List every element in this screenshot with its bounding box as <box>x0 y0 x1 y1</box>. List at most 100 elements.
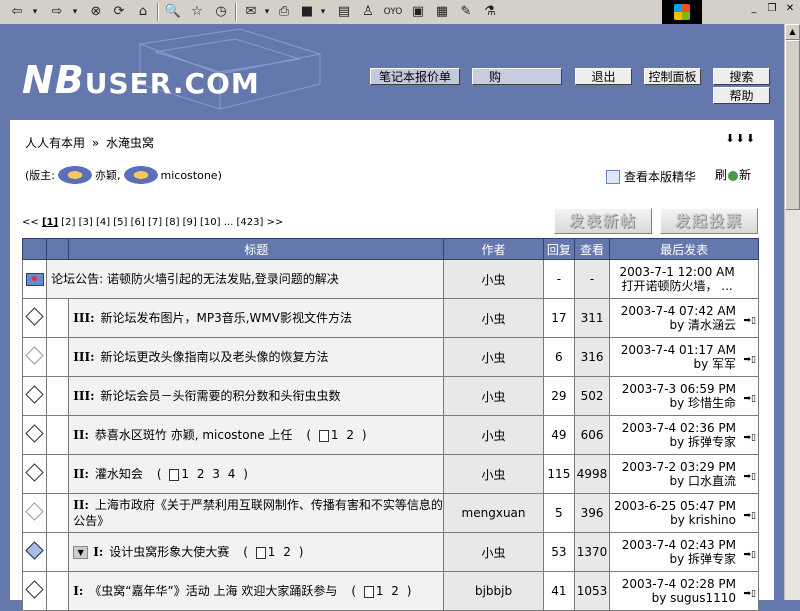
scroll-up-arrow-icon[interactable]: ▲ <box>785 24 800 40</box>
last-post-by[interactable]: by 口水直流 <box>610 474 756 488</box>
post-new-thread-button[interactable]: 发表新帖 <box>554 208 652 234</box>
thread-title-link[interactable]: 设计虫窝形象大使大赛 <box>109 545 229 559</box>
last-post-by[interactable]: 打开诺顿防火墙， ... <box>610 279 756 293</box>
tools-icon[interactable]: ✎ <box>456 3 476 21</box>
thread-author[interactable]: 小虫 <box>443 454 544 494</box>
edit-icon[interactable]: ■ <box>298 3 316 21</box>
back-arrow-icon[interactable]: ⇦ <box>6 3 28 21</box>
close-icon[interactable]: ✕ <box>782 2 798 16</box>
header-title: 标题 <box>68 238 445 260</box>
goto-last-post-icon[interactable]: ➡▯ <box>744 509 757 523</box>
thread-author[interactable]: 小虫 <box>443 337 544 377</box>
thread-title-link[interactable]: 灌水知会 <box>95 467 143 481</box>
page-links[interactable]: [2] [3] [4] [5] [6] [7] [8] [9] [10] <box>61 217 220 228</box>
expand-arrows-icon[interactable]: ⬇⬇⬇ <box>725 132 756 145</box>
thread-title-link[interactable]: 上海市政府《关于严禁利用互联网制作、传播有害和不实等信息的公告》 <box>73 498 443 528</box>
goto-last-post-icon[interactable]: ➡▯ <box>744 431 757 445</box>
vertical-scrollbar[interactable]: ▲ <box>784 24 800 600</box>
thread-page-links[interactable]: 1 2 <box>331 428 356 442</box>
breadcrumb-forum[interactable]: 水淹虫窝 <box>106 136 154 150</box>
last-post-by[interactable]: by 拆弹专家 <box>610 435 756 449</box>
plugin-icon[interactable]: ⚗ <box>480 3 500 21</box>
thread-pages[interactable]: ( 1 2 ) <box>306 428 368 442</box>
goto-last-post-icon[interactable]: ➡▯ <box>744 470 757 484</box>
header-author: 作者 <box>443 238 544 260</box>
refresh-link[interactable]: 刷新 <box>715 166 751 183</box>
thread-title-link[interactable]: 恭喜水区斑竹 亦颖, micostone 上任 <box>95 428 293 442</box>
chevron-down-icon[interactable]: ▾ <box>70 3 80 21</box>
home-icon[interactable]: ⌂ <box>133 3 153 21</box>
oicq-icon[interactable]: OYO <box>382 3 404 21</box>
print-icon[interactable]: ⎙ <box>274 3 294 21</box>
control-panel-button[interactable]: 控制面板 <box>644 68 701 85</box>
chevron-down-icon[interactable]: ▾ <box>30 3 40 21</box>
thread-author[interactable]: 小虫 <box>443 376 544 416</box>
history-icon[interactable]: ◷ <box>211 3 231 21</box>
messenger-icon[interactable]: ♙ <box>358 3 378 21</box>
refresh-icon[interactable]: ⟳ <box>109 3 129 21</box>
thread-title-link[interactable]: 新论坛更改头像指南以及老头像的恢复方法 <box>101 350 329 364</box>
research-icon[interactable]: ▣ <box>408 3 428 21</box>
search-icon[interactable]: 🔍 <box>163 3 183 21</box>
last-post-by[interactable]: by sugus1110 <box>610 591 756 605</box>
goto-last-post-icon[interactable]: ➡▯ <box>744 587 757 601</box>
thread-author[interactable]: bjbbjb <box>443 571 544 611</box>
translate-icon[interactable]: ▦ <box>432 3 452 21</box>
page-next[interactable]: >> <box>267 217 284 228</box>
last-post-by[interactable]: by 拆弹专家 <box>610 552 756 566</box>
thread-mood-cell <box>46 493 70 533</box>
thread-author[interactable]: 小虫 <box>443 259 544 299</box>
page-prev[interactable]: << <box>22 217 39 228</box>
thread-author[interactable]: 小虫 <box>443 415 544 455</box>
goto-last-post-icon[interactable]: ➡▯ <box>744 392 757 406</box>
mail-icon[interactable]: ✉ <box>241 3 261 21</box>
view-essence-link[interactable]: 查看本版精华 <box>606 168 696 185</box>
page-last[interactable]: [423] <box>236 217 263 228</box>
search-button[interactable]: 搜索 <box>713 68 770 85</box>
thread-pages[interactable]: ( 1 2 ) <box>351 584 413 598</box>
goto-last-post-icon[interactable]: ➡▯ <box>744 548 757 562</box>
goto-last-post-icon[interactable]: ➡▯ <box>744 353 757 367</box>
goto-last-post-icon[interactable]: ➡▯ <box>744 314 757 328</box>
moderator-name[interactable]: 亦颖, <box>95 167 121 183</box>
minimize-icon[interactable]: _ <box>746 2 762 16</box>
search-input[interactable]: 购 <box>472 68 562 85</box>
stop-icon[interactable]: ⊗ <box>86 3 106 21</box>
thread-title-cell: II: 上海市政府《关于严禁利用互联网制作、传播有害和不实等信息的公告》 <box>68 493 445 533</box>
thread-title-link[interactable]: 新论坛发布图片，MP3音乐,WMV影视文件方法 <box>101 311 352 325</box>
thread-page-links[interactable]: 1 2 <box>376 584 401 598</box>
thread-status-icon <box>25 307 44 326</box>
discuss-icon[interactable]: ▤ <box>334 3 354 21</box>
last-post-by[interactable]: by 珍惜生命 <box>610 396 756 410</box>
help-button[interactable]: 帮助 <box>713 87 770 104</box>
favorites-icon[interactable]: ☆ <box>187 3 207 21</box>
restore-icon[interactable]: ❐ <box>764 2 780 16</box>
thread-author[interactable]: 小虫 <box>443 532 544 572</box>
thread-views: 316 <box>573 337 611 377</box>
chevron-down-icon[interactable]: ▾ <box>262 3 272 21</box>
post-poll-button[interactable]: 发起投票 <box>660 208 758 234</box>
price-list-link[interactable]: 笔记本报价单 <box>370 68 460 85</box>
thread-author[interactable]: mengxuan <box>443 493 544 533</box>
thread-title-link[interactable]: 新论坛会员－头衔需要的积分数和头衔虫虫数 <box>101 389 341 403</box>
view-essence-label: 查看本版精华 <box>624 170 697 184</box>
thread-title-link[interactable]: 《虫窝“嘉年华”》活动 上海 欢迎大家踊跃参与 <box>89 584 337 598</box>
last-post-by[interactable]: by 清水涵云 <box>610 318 756 332</box>
last-post-by[interactable]: by 军军 <box>610 357 756 371</box>
moderator-badge-icon <box>58 166 92 184</box>
forward-arrow-icon[interactable]: ⇨ <box>46 3 68 21</box>
site-logo[interactable]: NBUSER.COM <box>22 58 260 102</box>
thread-page-links[interactable]: 1 2 3 4 <box>181 467 237 481</box>
page-current: [1] <box>41 217 59 228</box>
scroll-thumb[interactable] <box>785 40 800 210</box>
breadcrumb-home[interactable]: 人人有本用 <box>25 136 85 150</box>
thread-author[interactable]: 小虫 <box>443 298 544 338</box>
logout-button[interactable]: 退出 <box>575 68 632 85</box>
last-post-by[interactable]: by krishino <box>610 513 756 527</box>
thread-pages[interactable]: ( 1 2 ) <box>243 545 305 559</box>
thread-page-links[interactable]: 1 2 <box>268 545 293 559</box>
thread-title-link[interactable]: 论坛公告: 诺顿防火墙引起的无法发贴,登录问题的解决 <box>51 272 339 286</box>
chevron-down-icon[interactable]: ▾ <box>318 3 328 21</box>
thread-pages[interactable]: ( 1 2 3 4 ) <box>157 467 250 481</box>
moderator-name[interactable]: micostone) <box>161 169 222 182</box>
